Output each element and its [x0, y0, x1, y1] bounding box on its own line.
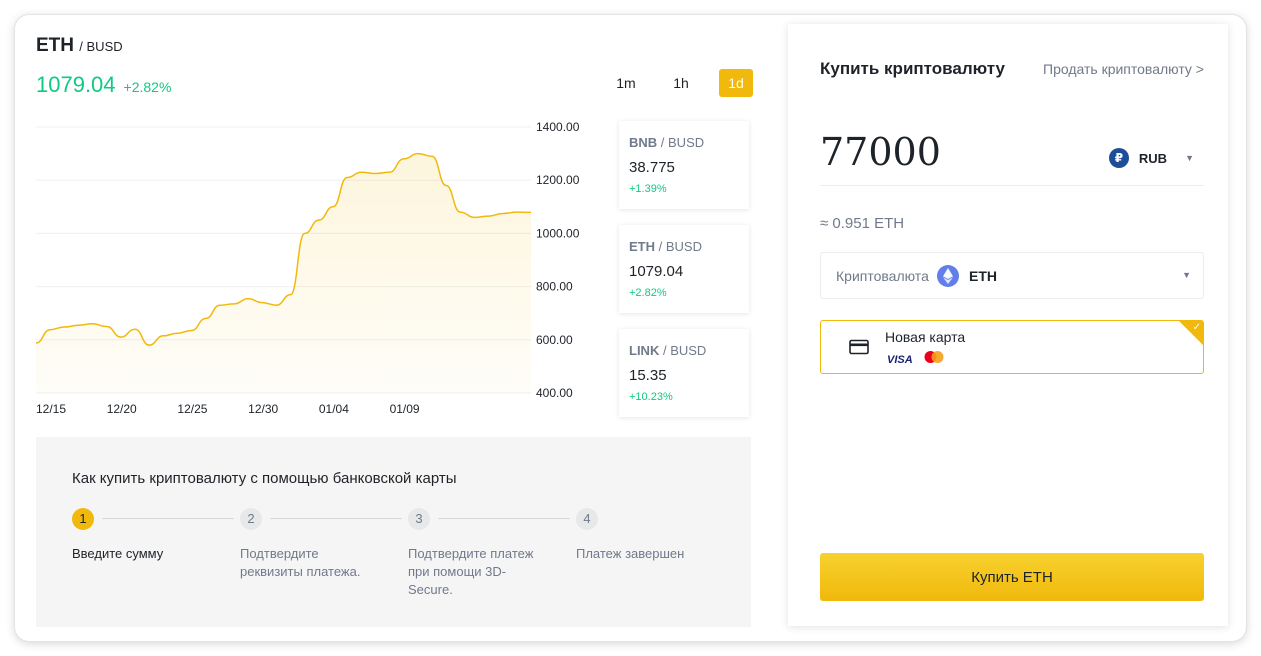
step-1-text: Введите сумму — [72, 546, 164, 561]
crypto-select[interactable]: Криптовалюта ETH ▼ — [820, 252, 1204, 299]
card-price: 38.775 — [629, 159, 675, 176]
step-connector — [438, 518, 570, 519]
buy-title: Купить криптовалюту — [820, 59, 1005, 78]
amount-input[interactable] — [820, 130, 1080, 174]
card-symbol: BNB / BUSD — [629, 135, 705, 150]
y-tick-label: 400.00 — [536, 386, 573, 400]
y-tick-label: 600.00 — [536, 333, 573, 347]
price-change: +2.82% — [123, 79, 172, 95]
crypto-select-label: Криптовалюта — [836, 268, 929, 284]
crypto-value: ETH — [969, 268, 997, 284]
ruble-icon: ₽ — [1108, 148, 1129, 168]
card-change: +1.39% — [629, 183, 667, 195]
step-connector — [102, 518, 234, 519]
approx-amount: ≈ 0.951 ETH — [820, 215, 905, 232]
y-tick-label: 1000.00 — [536, 226, 580, 240]
card-symbol: LINK / BUSD — [629, 343, 707, 358]
howto-panel: Как купить криптовалюту с помощью банков… — [36, 437, 751, 627]
pair-base: ETH — [36, 35, 74, 56]
y-tick-label: 1200.00 — [536, 173, 580, 187]
chart-area — [36, 153, 531, 393]
tab-1m[interactable]: 1m — [609, 69, 643, 97]
timeframe-tabs: 1m 1h 1d — [609, 69, 785, 97]
card-change: +10.23% — [629, 391, 673, 403]
check-icon: ✓ — [1192, 322, 1201, 333]
card-price: 15.35 — [629, 367, 667, 384]
step-3-badge: 3 — [408, 508, 430, 530]
card-name: Новая карта — [885, 329, 966, 345]
y-tick-label: 1400.00 — [536, 120, 580, 134]
fiat-label: RUB — [1138, 150, 1168, 166]
step-2-text: Подтвердите реквизиты платежа. — [240, 546, 361, 579]
market-card-eth[interactable]: ETH / BUSD 1079.04 +2.82% — [619, 225, 749, 313]
sell-crypto-link[interactable]: Продать криптовалюту > — [1043, 61, 1204, 77]
step-3-text: Подтвердите платеж при помощи 3D-Secure. — [408, 546, 534, 597]
step-connector — [270, 518, 402, 519]
step-4-badge: 4 — [576, 508, 598, 530]
price-value: 1079.04 — [36, 72, 116, 97]
x-tick-label: 01/09 — [390, 402, 420, 416]
y-tick-label: 800.00 — [536, 280, 573, 294]
payment-card-option[interactable]: Новая карта VISA ✓ — [820, 320, 1204, 374]
credit-card-icon — [849, 339, 869, 360]
pair-quote: / BUSD — [79, 39, 123, 54]
tab-1d[interactable]: 1d — [719, 69, 753, 97]
card-symbol: ETH / BUSD — [629, 239, 702, 254]
step-4-text: Платеж завершен — [576, 546, 685, 561]
card-change: +2.82% — [629, 287, 667, 299]
x-tick-label: 12/25 — [177, 402, 207, 416]
chevron-down-icon: ▼ — [1182, 270, 1191, 280]
chevron-down-icon: ▼ — [1185, 153, 1194, 163]
market-card-bnb[interactable]: BNB / BUSD 38.775 +1.39% — [619, 121, 749, 209]
buy-panel: Купить криптовалюту Продать криптовалюту… — [788, 24, 1228, 626]
current-price: 1079.04 +2.82% — [36, 72, 171, 98]
app-window: ETH / BUSD 1079.04 +2.82% 1m 1h 1d 1400.… — [15, 15, 1246, 641]
tab-1h[interactable]: 1h — [664, 69, 698, 97]
x-tick-label: 01/04 — [319, 402, 349, 416]
x-tick-label: 12/30 — [248, 402, 278, 416]
pair-title: ETH / BUSD — [36, 35, 123, 57]
buy-button[interactable]: Купить ETH — [820, 553, 1204, 601]
howto-title: Как купить криптовалюту с помощью банков… — [72, 470, 457, 487]
step-1-badge: 1 — [72, 508, 94, 530]
amount-row: ₽ RUB ▼ — [820, 124, 1204, 186]
card-brand-logos: VISA — [887, 350, 945, 369]
step-2-badge: 2 — [240, 508, 262, 530]
price-chart: 1400.00 1200.00 1000.00 800.00 600.00 400.00 1… — [15, 115, 605, 425]
market-card-link[interactable]: LINK / BUSD 15.35 +10.23% — [619, 329, 749, 417]
price-chart-svg: 1400.00 1200.00 1000.00 800.00 600.00 400.00 1… — [35, 120, 580, 416]
market-section: ETH / BUSD 1079.04 +2.82% 1m 1h 1d 1400.… — [15, 15, 785, 641]
x-tick-label: 12/20 — [107, 402, 137, 416]
market-cards: BNB / BUSD 38.775 +1.39% ETH / BUSD 1079… — [619, 121, 749, 433]
mastercard-icon — [923, 350, 945, 369]
card-price: 1079.04 — [629, 263, 684, 280]
fiat-currency-select[interactable]: ₽ RUB ▼ — [1108, 148, 1194, 168]
visa-logo: VISA — [887, 353, 913, 366]
ethereum-icon — [937, 265, 959, 287]
x-tick-label: 12/15 — [36, 402, 66, 416]
